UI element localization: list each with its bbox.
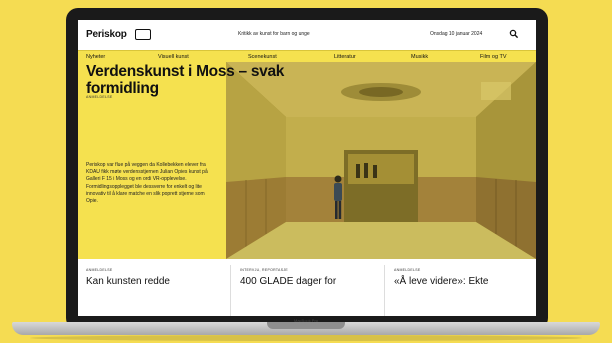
laptop-notch [267,322,345,329]
hero-headline[interactable]: Verdenskunst i Moss – svak formidling [86,63,306,97]
divider [230,265,231,316]
card-kicker: INTERVJU, REPORTASJE [240,268,289,272]
hero-lede: Periskop var flue på veggen da Kollebekk… [86,162,208,205]
laptop-shadow [30,335,582,341]
card-title[interactable]: 400 GLADE dager for [240,276,380,288]
nav-item-visuell-kunst[interactable]: Visuell kunst [158,54,189,60]
card-title[interactable]: Kan kunsten redde [86,276,226,288]
divider [384,265,385,316]
current-date: Onsdag 10 januar 2024 [430,31,483,37]
search-icon[interactable] [509,29,519,39]
site-tagline: Kritikk av kunst for barn og unge [238,31,310,37]
nav-item-scenekunst[interactable]: Scenekunst [248,54,277,60]
nav-item-film-og-tv[interactable]: Film og TV [480,54,507,60]
card-kicker: ANMELDELSE [86,268,113,272]
laptop-label: MacBook Pro [293,318,318,323]
article-card[interactable]: INTERVJU, REPORTASJE 400 GLADE dager for [232,259,382,316]
nav-item-musikk[interactable]: Musikk [411,54,428,60]
site-header: Periskop Kritikk av kunst for barn og un… [78,20,536,48]
browser-screen: Periskop Kritikk av kunst for barn og un… [78,20,536,316]
article-card[interactable]: ANMELDELSE Kan kunsten redde [78,259,228,316]
article-row: ANMELDELSE Kan kunsten redde INTERVJU, R… [78,259,536,316]
nav-item-nyheter[interactable]: Nyheter [86,54,105,60]
card-kicker: ANMELDELSE [394,268,421,272]
card-title[interactable]: «Å leve videre»: Ekte [394,276,534,288]
nav-item-litteratur[interactable]: Litteratur [334,54,356,60]
article-card[interactable]: ANMELDELSE «Å leve videre»: Ekte [386,259,536,316]
logo-badge-icon [135,29,151,40]
site-logo[interactable]: Periskop [86,29,127,40]
